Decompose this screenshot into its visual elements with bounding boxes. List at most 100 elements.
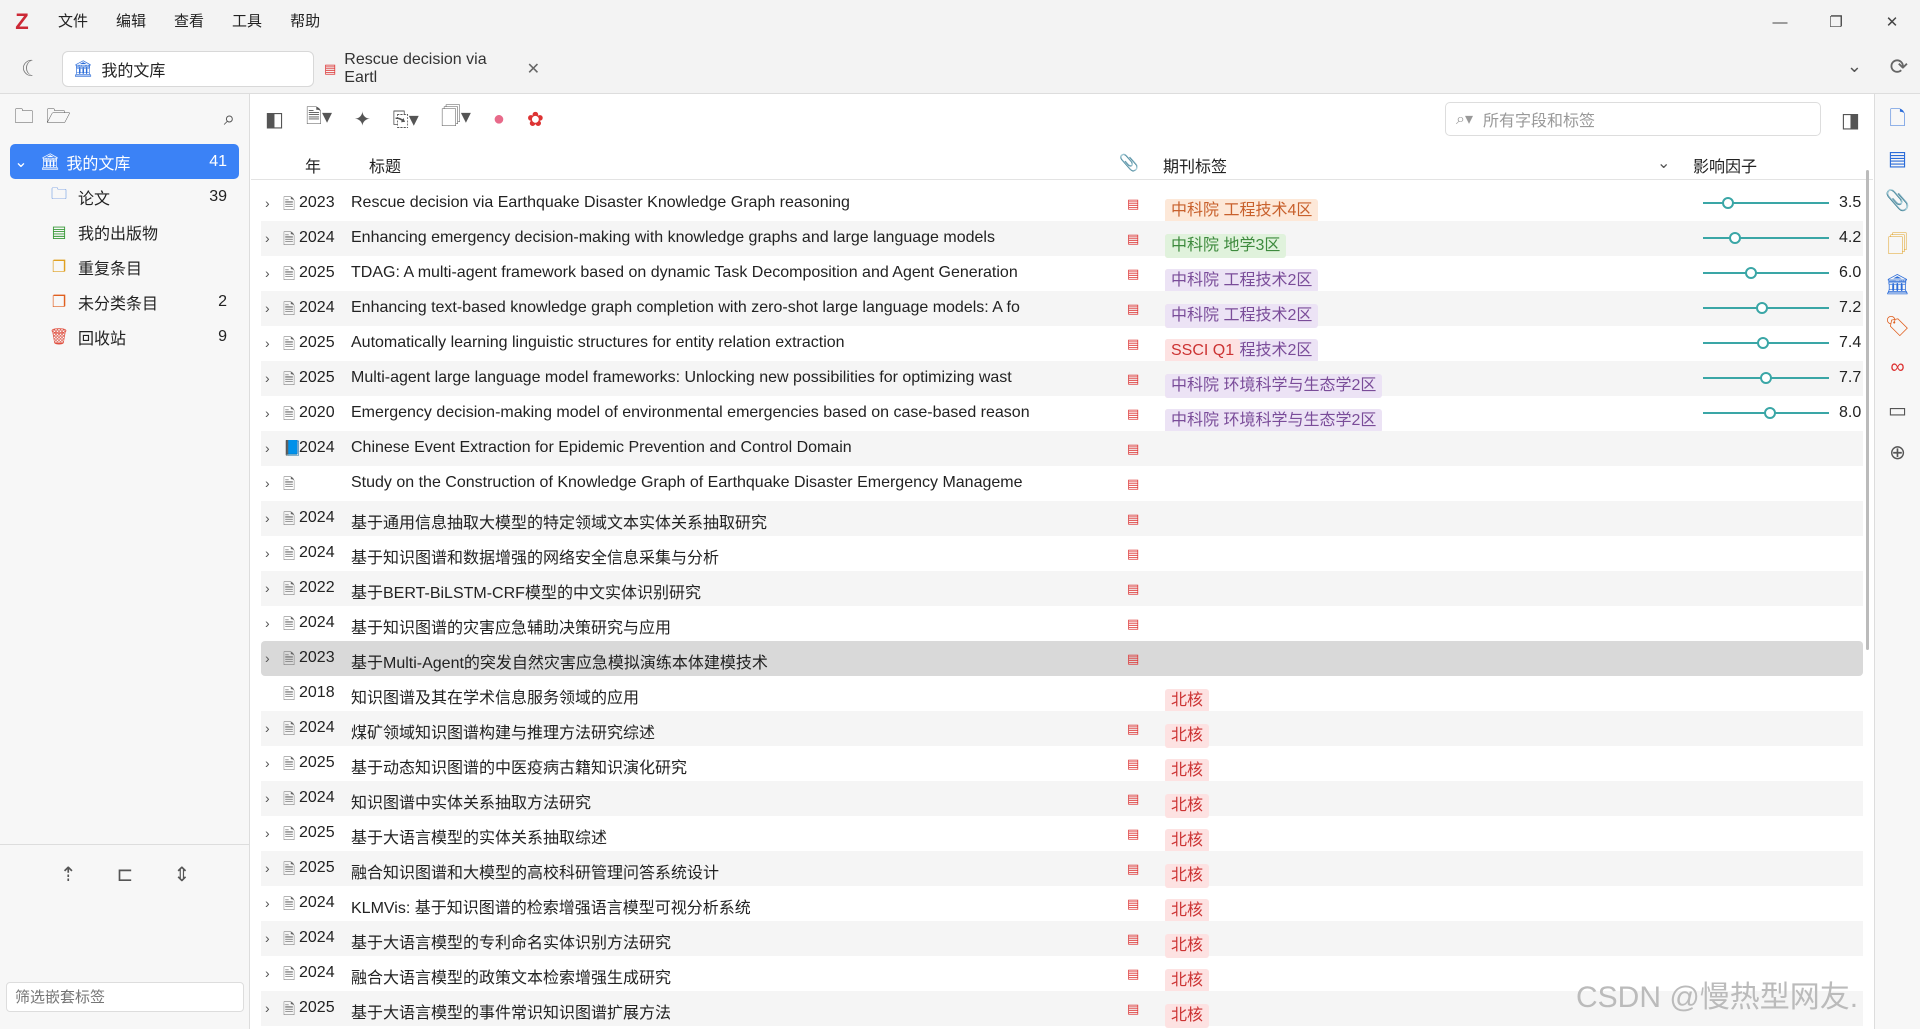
restore-icon[interactable]: ❐	[1808, 0, 1864, 44]
pdf-icon[interactable]: ▤	[1127, 546, 1139, 562]
table-row[interactable]: › 🗎 2025 融合知识图谱和大模型的高校科研管理问答系统设计 ▤ 北核	[261, 851, 1863, 888]
pdf-icon[interactable]: ▤	[1127, 931, 1139, 947]
close-icon[interactable]: ✕	[527, 59, 540, 79]
chevron-right-icon[interactable]: ›	[265, 405, 270, 421]
chevron-right-icon[interactable]: ›	[265, 370, 270, 386]
item-pane-toggle-icon[interactable]: ◨	[1841, 108, 1860, 133]
chevron-right-icon[interactable]: ›	[265, 755, 270, 771]
chevron-right-icon[interactable]: ›	[265, 475, 270, 491]
search-icon[interactable]: ⌕	[224, 108, 235, 131]
pdf-icon[interactable]: ▤	[1127, 336, 1139, 352]
table-row[interactable]: › 🗎 2025 Automatically learning linguistic …	[261, 326, 1863, 363]
tree-icon[interactable]: ⊏	[117, 862, 134, 887]
chevron-right-icon[interactable]: ›	[265, 195, 270, 211]
pdf-icon[interactable]: ▤	[1127, 826, 1139, 842]
sidebar-item-trash[interactable]: 🗑 回收站 9	[0, 319, 249, 354]
tab-pdf[interactable]: ▤ Rescue decision via Eartl ✕	[314, 51, 550, 87]
pdf-icon[interactable]: ▤	[1127, 651, 1139, 667]
table-row[interactable]: › 🗎 2024 KLMVis: 基于知识图谱的检索增强语言模型可视分析系统 ▤ 北核	[261, 886, 1863, 923]
chevron-right-icon[interactable]: ›	[265, 790, 270, 806]
locate-icon[interactable]: ⊕	[1889, 440, 1906, 468]
sidebar-item-papers[interactable]: 🗀 论文 39	[0, 179, 249, 214]
new-note-icon[interactable]: 🗍▾	[441, 102, 471, 136]
chevron-right-icon[interactable]: ›	[265, 265, 270, 281]
pdf-icon[interactable]: ▤	[1127, 861, 1139, 877]
menu-edit[interactable]: 编辑	[102, 0, 160, 44]
menu-help[interactable]: 帮助	[276, 0, 334, 44]
chevron-right-icon[interactable]: ›	[265, 720, 270, 736]
sync-icon[interactable]: ⟳	[1890, 54, 1908, 80]
chevron-down-icon[interactable]: ⌄	[10, 152, 32, 172]
chevron-right-icon[interactable]: ›	[265, 965, 270, 981]
sort-icon[interactable]: ⇡	[60, 862, 77, 887]
pdf-icon[interactable]: ▤	[1127, 301, 1139, 317]
pdf-icon[interactable]: ▤	[1127, 1001, 1139, 1017]
new-collection-icon[interactable]: 🗀	[14, 102, 34, 136]
column-impact-factor[interactable]: 影响因子	[1693, 153, 1757, 177]
table-row[interactable]: › 🗎 2025 基于大语言模型的实体关系抽取综述 ▤ 北核	[261, 816, 1863, 853]
pdf-icon[interactable]: ▤	[1127, 756, 1139, 772]
chevron-right-icon[interactable]: ›	[265, 615, 270, 631]
chevron-down-icon[interactable]: ⌄	[1847, 56, 1862, 77]
chevron-right-icon[interactable]: ›	[265, 930, 270, 946]
chevron-right-icon[interactable]: ›	[265, 510, 270, 526]
new-item-icon[interactable]: 🗎▾	[306, 102, 332, 136]
table-row[interactable]: › 🗎 2024 基于大语言模型的专利命名实体识别方法研究 ▤ 北核	[261, 921, 1863, 958]
pdf-icon[interactable]: ▤	[1127, 371, 1139, 387]
chevron-right-icon[interactable]: ›	[265, 1000, 270, 1016]
close-window-icon[interactable]: ✕	[1864, 0, 1920, 44]
tag-icon[interactable]: 🏷	[1885, 314, 1910, 342]
scrollbar[interactable]	[1866, 170, 1869, 650]
sidebar-item-my-library[interactable]: ⌄ 🏛 我的文库 41	[10, 144, 239, 179]
moon-icon[interactable]: ☾	[0, 56, 62, 82]
chevron-right-icon[interactable]: ›	[265, 580, 270, 596]
pdf-icon[interactable]: ▤	[1127, 966, 1139, 982]
table-row[interactable]: › 🗎 2025 Multi-agent large language model f…	[261, 361, 1863, 398]
notes-icon[interactable]: 🗍	[1888, 230, 1908, 258]
tab-library[interactable]: 🏛 我的文库	[62, 50, 314, 87]
chevron-right-icon[interactable]: ›	[265, 825, 270, 841]
attachment-column-icon[interactable]: 📎	[1119, 153, 1139, 173]
table-row[interactable]: › 🗎 2024 知识图谱中实体关系抽取方法研究 ▤ 北核	[261, 781, 1863, 818]
table-row[interactable]: › 🗎 2023 基于Multi-Agent的突发自然灾害应急模拟演练本体建模技术 ▤	[261, 641, 1863, 676]
chevron-right-icon[interactable]: ›	[265, 545, 270, 561]
sidebar-item-unfiled[interactable]: ❐ 未分类条目 2	[0, 284, 249, 319]
pdf-icon[interactable]: ▤	[1127, 406, 1139, 422]
pdf-icon[interactable]: ▤	[1127, 616, 1139, 632]
pdf-icon[interactable]: ▤	[1127, 511, 1139, 527]
table-row[interactable]: › 🗎 2020 Emergency decision-making model of…	[261, 396, 1863, 433]
table-row[interactable]: › 🗎 2024 Enhancing emergency decision-makin…	[261, 221, 1863, 258]
magic-wand-icon[interactable]: ✦	[354, 107, 371, 132]
table-row[interactable]: › 🗎 2025 TDAG: A multi-agent framework base…	[261, 256, 1863, 293]
document-icon[interactable]: ▭	[1888, 398, 1907, 426]
table-row[interactable]: › 📘 2024 Chinese Event Extraction for Epide…	[261, 431, 1863, 466]
pdf-icon[interactable]: ▤	[1127, 791, 1139, 807]
pdf-icon[interactable]: ▤	[1127, 266, 1139, 282]
expand-collapse-icon[interactable]: ⇕	[173, 862, 190, 887]
chevron-right-icon[interactable]: ›	[265, 440, 270, 456]
table-row[interactable]: › 🗎 2024 基于知识图谱和数据增强的网络安全信息采集与分析 ▤	[261, 536, 1863, 571]
table-row[interactable]: 🗎 2018 知识图谱及其在学术信息服务领域的应用 北核	[261, 676, 1863, 713]
info-icon[interactable]: 🗋	[1889, 104, 1905, 132]
chevron-right-icon[interactable]: ›	[265, 335, 270, 351]
attachment-icon[interactable]: 📎	[1885, 188, 1910, 216]
chevron-right-icon[interactable]: ›	[265, 895, 270, 911]
column-title[interactable]: 标题	[369, 153, 401, 177]
column-year[interactable]: 年	[305, 153, 321, 177]
pdf-icon[interactable]: ▤	[1127, 581, 1139, 597]
menu-tools[interactable]: 工具	[218, 0, 276, 44]
table-row[interactable]: › 🗎 2025 基于动态知识图谱的中医疫病古籍知识演化研究 ▤ 北核	[261, 746, 1863, 783]
chevron-right-icon[interactable]: ›	[265, 650, 270, 666]
related-icon[interactable]: ∞	[1890, 356, 1904, 384]
gpt-icon[interactable]: ✿	[527, 107, 544, 132]
toggle-pane-icon[interactable]: ◧	[265, 107, 284, 132]
chevron-right-icon[interactable]: ›	[265, 230, 270, 246]
sidebar-item-my-publications[interactable]: ▤ 我的出版物	[0, 214, 249, 249]
pdf-icon[interactable]: ▤	[1127, 196, 1139, 212]
table-row[interactable]: › 🗎 2023 Rescue decision via Earthquake Dis…	[261, 186, 1863, 223]
abstract-icon[interactable]: ▤	[1888, 146, 1907, 174]
search-input[interactable]: 所有字段和标签	[1483, 107, 1595, 131]
sidebar-item-duplicates[interactable]: ❐ 重复条目	[0, 249, 249, 284]
table-row[interactable]: › 🗎 2024 Enhancing text-based knowledge gra…	[261, 291, 1863, 328]
tag-filter-input[interactable]	[6, 982, 244, 1012]
